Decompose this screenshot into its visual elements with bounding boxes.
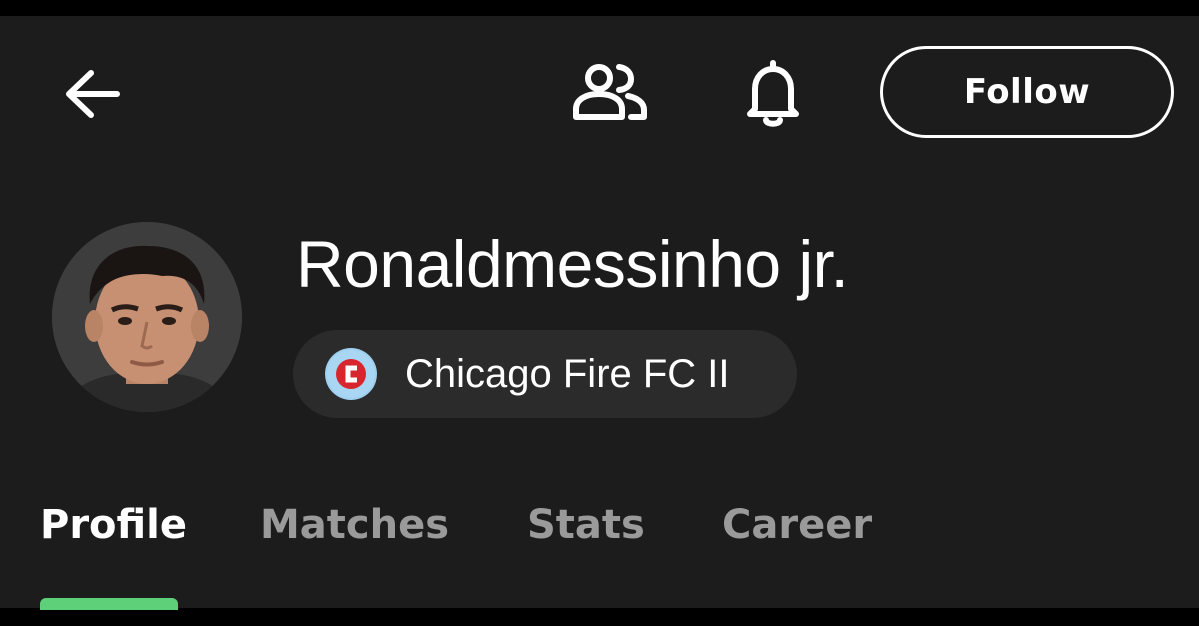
notifications-button[interactable] [733, 54, 813, 134]
screen: Follow Ronaldmessinho jr. Chicago Fire F… [0, 0, 1199, 626]
avatar[interactable] [52, 222, 242, 412]
bell-icon [747, 60, 799, 127]
player-name: Ronaldmessinho jr. [296, 227, 849, 301]
player-photo [52, 222, 242, 412]
tab-career[interactable]: Career [722, 502, 872, 548]
back-button[interactable] [58, 68, 128, 120]
active-tab-indicator [40, 598, 178, 610]
team-crest-icon [325, 348, 377, 400]
people-icon [573, 64, 647, 120]
tab-stats[interactable]: Stats [527, 502, 645, 548]
follow-button[interactable]: Follow [880, 46, 1174, 138]
team-chip[interactable]: Chicago Fire FC II [293, 330, 797, 418]
tab-bar: Profile Matches Stats Career [0, 496, 1199, 610]
tab-profile[interactable]: Profile [40, 502, 187, 548]
player-page: Follow Ronaldmessinho jr. Chicago Fire F… [0, 16, 1199, 610]
arrow-left-icon [66, 70, 120, 118]
friends-button[interactable] [570, 52, 650, 132]
tab-matches[interactable]: Matches [260, 502, 449, 548]
team-name: Chicago Fire FC II [405, 351, 730, 396]
